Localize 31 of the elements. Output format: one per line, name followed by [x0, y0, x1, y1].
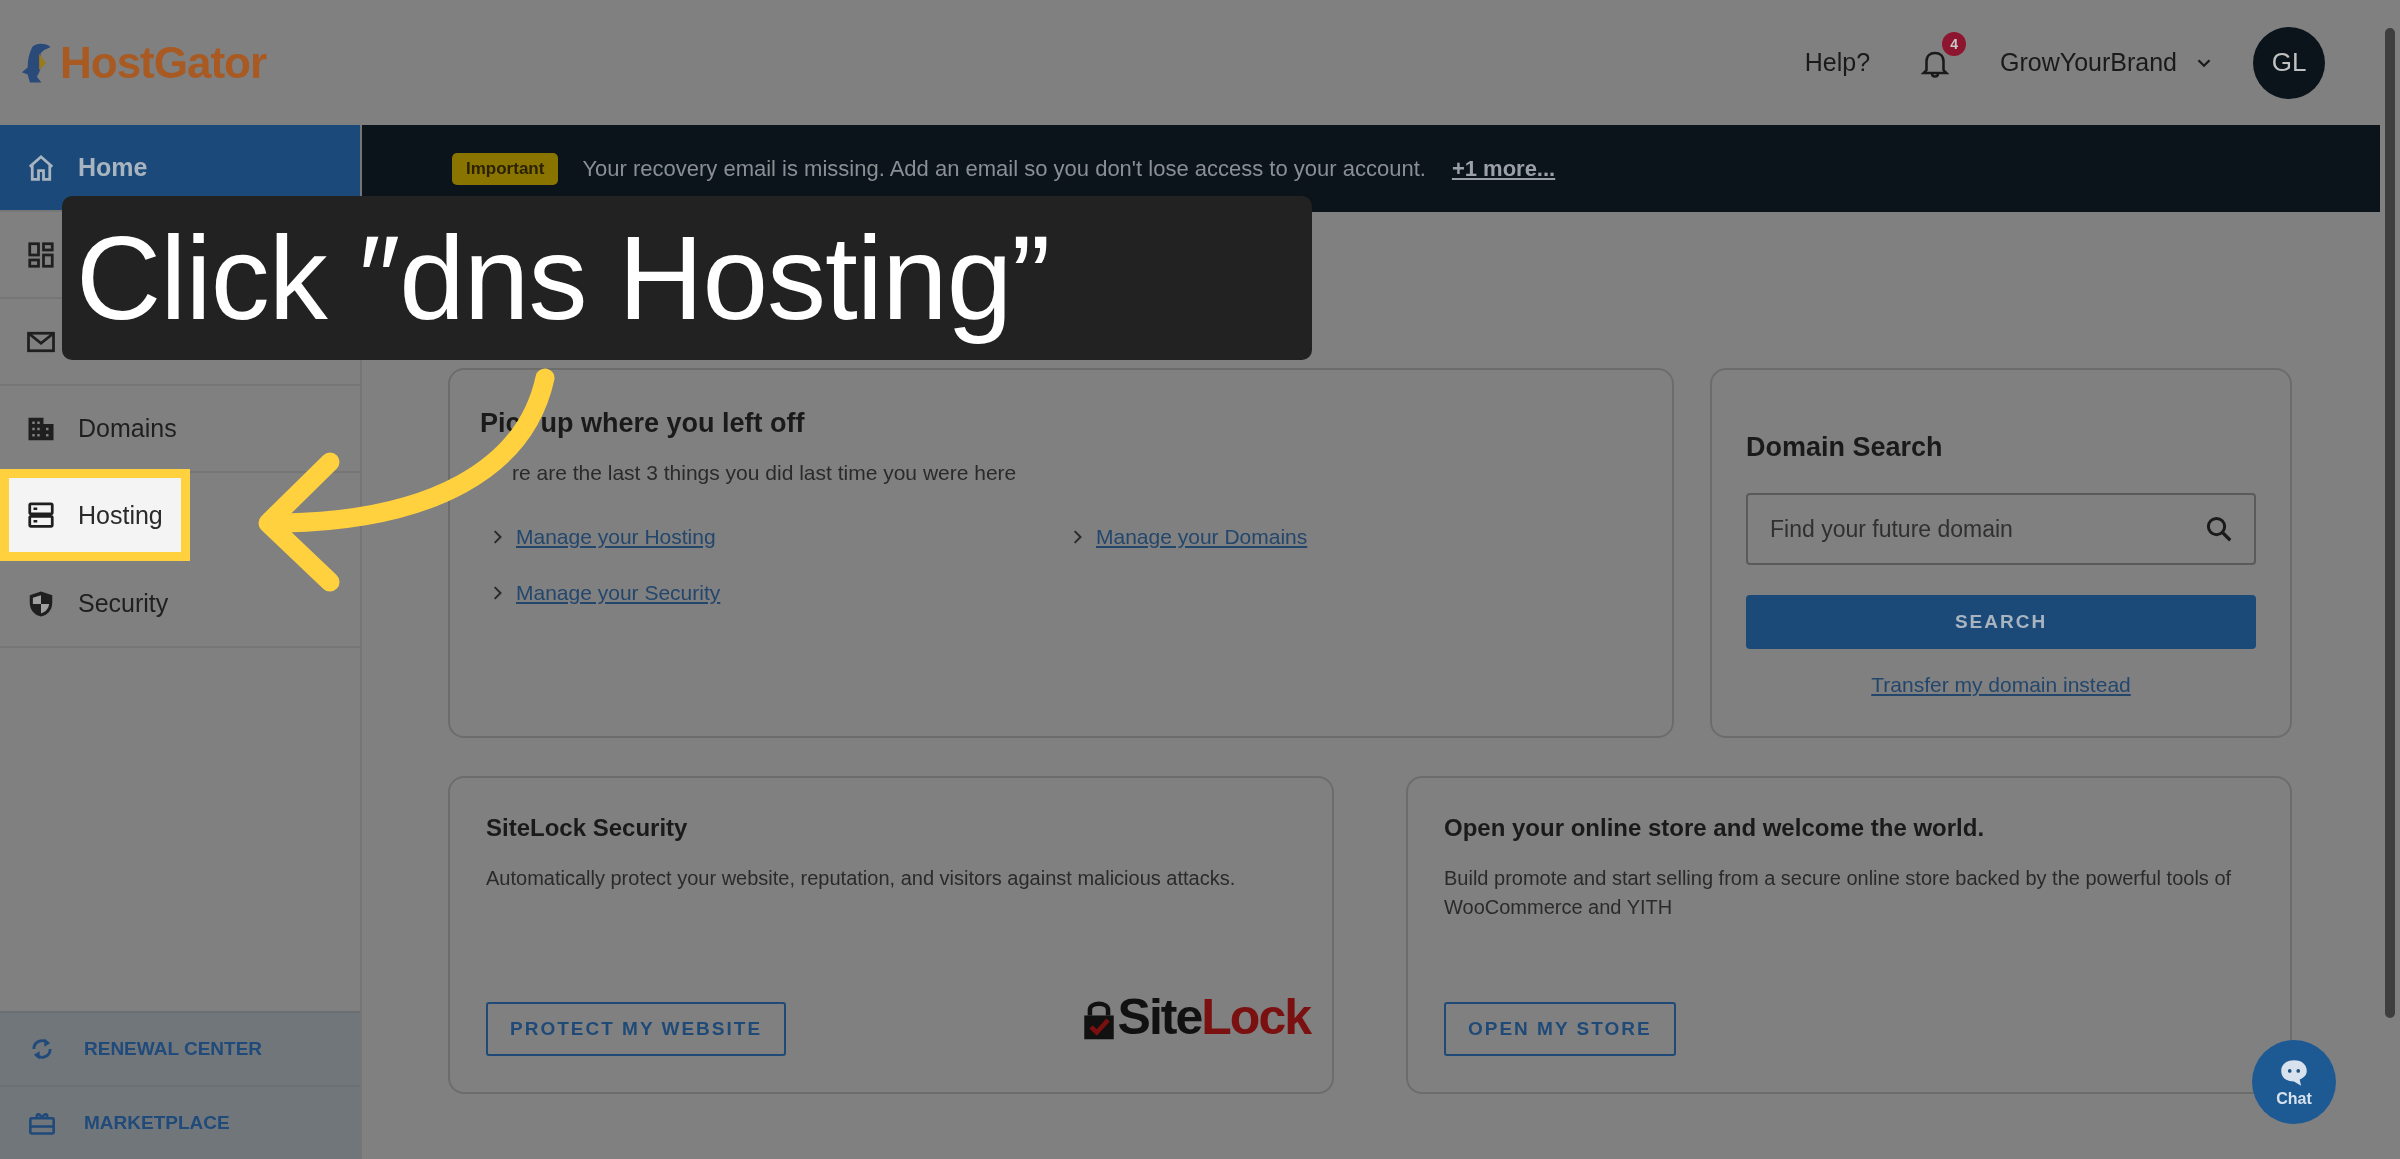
promo-button[interactable]: PROTECT MY WEBSITE: [486, 1002, 787, 1056]
search-field[interactable]: Find your future domain: [1746, 493, 2256, 565]
account-menu[interactable]: GrowYourBrand: [2000, 48, 2215, 77]
card-title: Open your online store and welcome the world.: [1444, 814, 1986, 842]
search-button[interactable]: SEARCH: [1746, 595, 2256, 649]
transfer-link[interactable]: Transfer my domain instead: [1746, 673, 2256, 697]
card-title: SiteLock Security: [486, 814, 689, 842]
more-link[interactable]: +1 more...: [1451, 155, 1556, 182]
chat-button[interactable]: Chat: [2252, 1040, 2336, 1124]
promo-button[interactable]: OPEN MY STORE: [1444, 1002, 1676, 1056]
card-title: up where you left off: [540, 408, 805, 439]
important-tag: Important: [452, 152, 559, 185]
sitelock-wordmark: SiteLock: [1117, 992, 1310, 1042]
quick-link[interactable]: Manage your Hosting: [516, 525, 716, 549]
server-icon: [26, 500, 56, 530]
alert-message: Your recovery email is missing. Add an email so you don't lose access to your account.: [582, 155, 1426, 182]
sidebar-item[interactable]: Security: [0, 561, 360, 648]
card-title: Domain Search: [1746, 432, 1944, 463]
quick-link[interactable]: Manage your Security: [516, 581, 721, 605]
user-avatar[interactable]: GL: [2253, 26, 2325, 99]
notification-badge: 4: [1942, 31, 1967, 56]
card-subtitle: re are the last 3 things you did last time you were here: [511, 461, 1018, 485]
grid-icon: [26, 239, 56, 270]
sidebar-item[interactable]: Hosting: [0, 469, 190, 561]
home-icon: [26, 152, 56, 183]
card-description: Automatically protect your website, reputation, and visitors against malicious attacks.: [486, 866, 1237, 891]
instruction-tooltip: Click ″dns Hosting”: [62, 196, 1312, 360]
card-description: Build promote and start selling from a secure online store backed by the powerful tools of WooCommerce and YITH: [1444, 866, 2233, 920]
quick-link[interactable]: Manage your Domains: [1096, 525, 1308, 549]
help-link[interactable]: Help?: [1804, 48, 1871, 77]
search-icon: [2204, 514, 2234, 544]
